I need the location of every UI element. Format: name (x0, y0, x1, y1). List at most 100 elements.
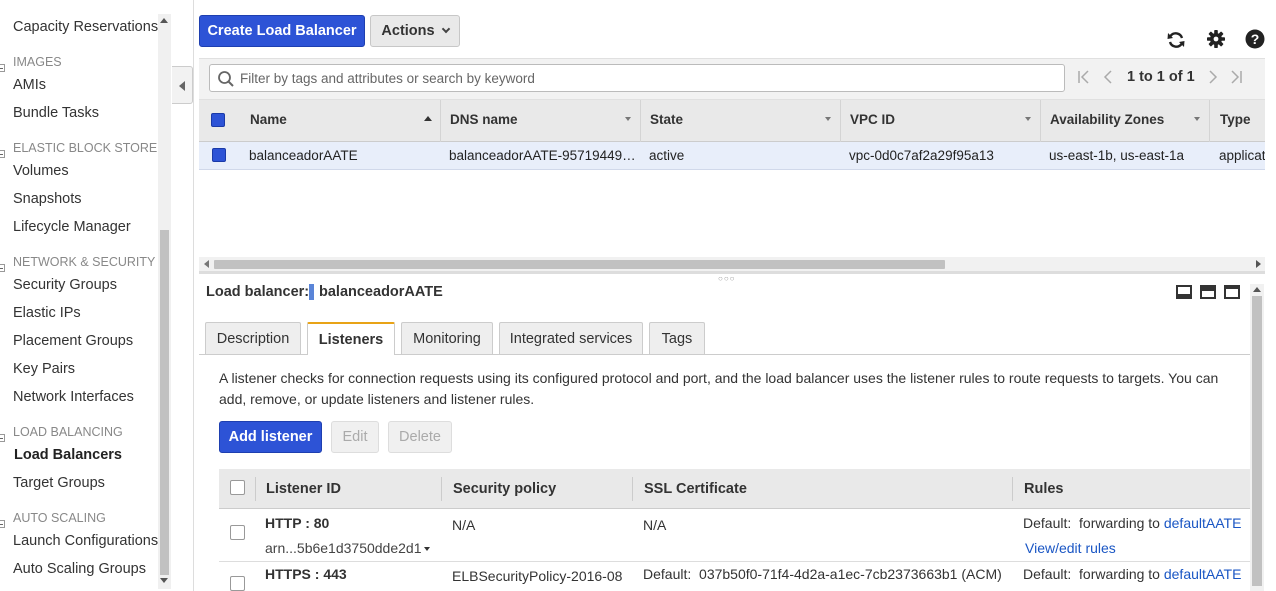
gear-icon[interactable] (1206, 29, 1226, 49)
nav-item-capacity-reservations[interactable]: Capacity Reservations (13, 19, 158, 35)
row-checkbox[interactable] (212, 148, 226, 162)
cell-vpc-id: vpc-0d0c7af2a29f95a13 (849, 148, 994, 163)
select-all-checkbox[interactable] (211, 113, 225, 127)
sidebar-divider (193, 0, 194, 591)
listener-row-checkbox[interactable] (230, 525, 245, 540)
layout-top-icon[interactable] (1224, 285, 1240, 299)
layout-split-icon[interactable] (1200, 285, 1216, 299)
listener-security-policy: ELBSecurityPolicy-2016-08 (452, 568, 623, 584)
sort-icon[interactable] (1194, 117, 1200, 121)
search-box[interactable] (209, 64, 1065, 92)
detail-load-balancer-name: balanceadorAATE (319, 284, 443, 300)
detail-scroll-thumb[interactable] (1252, 296, 1262, 586)
column-header-name[interactable]: Name (250, 112, 287, 127)
select-all-listeners-checkbox[interactable] (230, 480, 245, 495)
create-load-balancer-label: Create Load Balancer (207, 23, 357, 39)
collapse-images-icon[interactable] (0, 64, 5, 72)
scroll-right-icon[interactable] (1256, 260, 1261, 268)
scroll-up-icon[interactable] (1253, 287, 1261, 292)
listener-row-checkbox[interactable] (230, 576, 245, 591)
rule-prefix: Default: forwarding to (1023, 515, 1160, 531)
nav-item-launch-configurations[interactable]: Launch Configurations (13, 533, 158, 549)
column-separator (1209, 100, 1210, 142)
nav-item-amis[interactable]: AMIs (13, 77, 46, 93)
cell-availability-zones: us-east-1b, us-east-1a (1049, 148, 1185, 163)
chevron-down-icon (441, 24, 450, 34)
collapse-load-balancing-icon[interactable] (0, 434, 5, 442)
scroll-up-icon[interactable] (160, 18, 168, 23)
sidebar-scroll-thumb[interactable] (160, 230, 169, 575)
chevron-left-icon (179, 81, 185, 91)
add-listener-button[interactable]: Add listener (219, 421, 322, 453)
collapse-ebs-icon[interactable] (0, 150, 5, 158)
collapse-network-icon[interactable] (0, 264, 5, 272)
caret-down-icon (424, 547, 431, 552)
sort-ascending-icon[interactable] (424, 116, 432, 121)
actions-label: Actions (381, 23, 435, 39)
nav-item-snapshots[interactable]: Snapshots (13, 191, 82, 207)
nav-item-target-groups[interactable]: Target Groups (13, 475, 105, 491)
previous-page-icon[interactable] (1101, 68, 1115, 86)
nav-item-load-balancers[interactable]: Load Balancers (14, 447, 122, 463)
drag-handle-icon[interactable]: ○○○ (718, 274, 736, 283)
collapse-sidebar-button[interactable] (172, 66, 193, 104)
tab-listeners[interactable]: Listeners (307, 322, 395, 355)
delete-button[interactable]: Delete (388, 421, 452, 453)
tab-monitoring-label: Monitoring (413, 330, 481, 347)
tab-description[interactable]: Description (205, 322, 301, 354)
horizontal-scroll-thumb[interactable] (214, 260, 945, 269)
scroll-left-icon[interactable] (204, 260, 209, 268)
nav-item-elastic-ips[interactable]: Elastic IPs (13, 305, 81, 321)
nav-item-key-pairs[interactable]: Key Pairs (13, 361, 75, 377)
tab-tags[interactable]: Tags (649, 322, 705, 354)
collapse-auto-scaling-icon[interactable] (0, 520, 5, 528)
listener-arn-dropdown[interactable]: arn...5b6e1d3750dde2d1 (265, 540, 431, 556)
tab-integrated-services[interactable]: Integrated services (499, 322, 643, 354)
layout-bottom-icon[interactable] (1176, 285, 1192, 299)
tab-listeners-label: Listeners (318, 331, 384, 348)
refresh-icon[interactable] (1166, 30, 1186, 50)
nav-item-auto-scaling-groups[interactable]: Auto Scaling Groups (13, 561, 146, 577)
sort-icon[interactable] (1025, 117, 1031, 121)
view-edit-rules-link[interactable]: View/edit rules (1025, 540, 1116, 556)
sort-icon[interactable] (625, 117, 631, 121)
first-page-icon[interactable] (1077, 68, 1091, 86)
column-header-dns-name[interactable]: DNS name (450, 112, 518, 127)
nav-item-placement-groups[interactable]: Placement Groups (13, 333, 133, 349)
rule-prefix: Default: forwarding to (1023, 566, 1160, 582)
help-icon[interactable]: ? (1245, 29, 1265, 49)
scroll-down-icon[interactable] (160, 578, 168, 583)
actions-button[interactable]: Actions (370, 15, 460, 47)
nav-item-lifecycle-manager[interactable]: Lifecycle Manager (13, 219, 131, 235)
last-page-icon[interactable] (1229, 68, 1243, 86)
column-header-vpc-id[interactable]: VPC ID (850, 112, 895, 127)
listener-rule: Default: forwarding to defaultAATE (1023, 566, 1241, 582)
column-header-type[interactable]: Type (1220, 112, 1251, 127)
target-group-link[interactable]: defaultAATE (1164, 566, 1242, 582)
column-header-availability-zones[interactable]: Availability Zones (1050, 112, 1164, 127)
target-group-link[interactable]: defaultAATE (1164, 515, 1242, 531)
tab-monitoring[interactable]: Monitoring (401, 322, 493, 354)
nav-item-bundle-tasks[interactable]: Bundle Tasks (13, 105, 99, 121)
next-page-icon[interactable] (1206, 68, 1220, 86)
nav-item-volumes[interactable]: Volumes (13, 163, 69, 179)
nav-section-images: IMAGES (13, 55, 62, 69)
tab-integrated-services-label: Integrated services (509, 330, 633, 347)
column-header-state[interactable]: State (650, 112, 683, 127)
listener-rule: Default: forwarding to defaultAATE (1023, 515, 1241, 531)
nav-item-security-groups[interactable]: Security Groups (13, 277, 117, 293)
search-input[interactable] (240, 69, 1050, 87)
cell-type: application (1219, 148, 1265, 163)
column-separator (440, 100, 441, 142)
sort-icon[interactable] (825, 117, 831, 121)
edit-button[interactable]: Edit (331, 421, 379, 453)
column-header-ssl-certificate: SSL Certificate (644, 481, 747, 497)
listener-id: HTTPS : 443 (265, 566, 347, 582)
listener-ssl-certificate: Default: 037b50f0-71f4-4d2a-a1ec-7cb2373… (643, 566, 1002, 582)
create-load-balancer-button[interactable]: Create Load Balancer (199, 15, 365, 47)
column-separator (840, 100, 841, 142)
listener-arn: arn...5b6e1d3750dde2d1 (265, 540, 422, 556)
column-separator (640, 100, 641, 142)
nav-item-network-interfaces[interactable]: Network Interfaces (13, 389, 134, 405)
nav-section-network: NETWORK & SECURITY (13, 255, 156, 269)
